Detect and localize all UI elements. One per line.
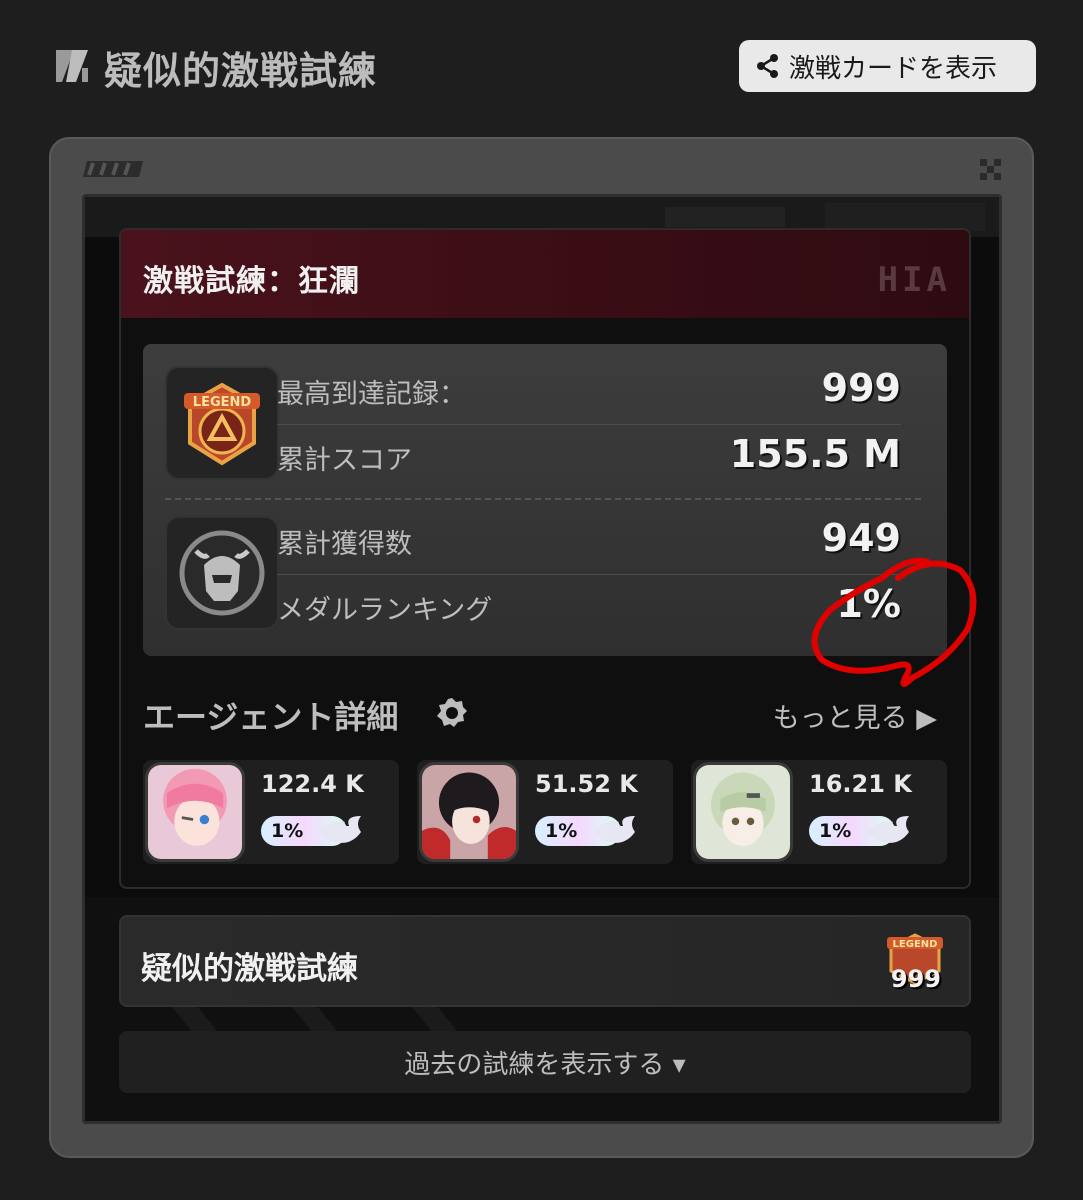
agent-avatar-icon	[148, 765, 242, 859]
badge-label: LEGEND	[893, 939, 938, 950]
agent-score: 122.4 K	[261, 770, 364, 798]
share-icon	[757, 54, 778, 78]
challenge-header: 激戦試練：狂瀾 HIA	[121, 230, 969, 318]
hia-watermark: HIA	[877, 260, 951, 300]
medal-badge	[165, 516, 279, 630]
show-past-challenges-button[interactable]: 過去の試練を表示する ▾	[119, 1031, 971, 1093]
gear-icon[interactable]	[435, 696, 469, 730]
agent-avatar-icon	[696, 765, 790, 859]
best-record-value: 999	[821, 366, 901, 410]
agent-card[interactable]: 51.52 K 1%	[417, 760, 673, 864]
simulated-challenge-title: 疑似的激戦試練	[141, 951, 358, 987]
stat-row-total-score: 累計スコア 155.5 M	[277, 424, 901, 488]
stat-row-best-record: 最高到達記録： 999	[277, 358, 901, 422]
total-score-value: 155.5 M	[729, 432, 901, 476]
best-record-label: 最高到達記録：	[277, 379, 466, 410]
agent-portrait	[693, 762, 793, 862]
checker-corner-icon	[980, 159, 1001, 180]
agent-score: 16.21 K	[809, 770, 912, 798]
see-more-link[interactable]: もっと見る ▶	[773, 696, 937, 735]
flame-icon	[867, 816, 909, 843]
zzz-logo-icon	[56, 50, 88, 82]
challenge-title: 激戦試練：狂瀾	[143, 264, 360, 299]
flame-icon	[319, 816, 361, 843]
show-battle-card-button[interactable]: 激戦カードを表示	[739, 40, 1036, 92]
page-title: 疑似的激戦試練	[104, 49, 378, 93]
agent-card[interactable]: 122.4 K 1%	[143, 760, 399, 864]
legend-badge-icon: LEGEND	[184, 382, 260, 466]
legend-badge: LEGEND	[165, 366, 279, 480]
helmet-medal-icon	[179, 530, 265, 616]
agent-portrait	[145, 762, 245, 862]
agent-card[interactable]: 16.21 K 1%	[691, 760, 947, 864]
agent-avatar-icon	[422, 765, 516, 859]
flame-icon	[593, 816, 635, 843]
red-annotation-circle	[811, 557, 977, 687]
medal-ranking-label: メダルランキング	[277, 595, 493, 626]
agents-section-title: エージェント詳細	[143, 698, 399, 736]
agent-score: 51.52 K	[535, 770, 638, 798]
total-earned-label: 累計獲得数	[277, 529, 412, 560]
dashed-divider	[165, 498, 921, 500]
frame-tag-icon	[83, 161, 143, 177]
svg-text:LEGEND: LEGEND	[193, 395, 252, 410]
simulated-challenge-card[interactable]: 疑似的激戦試練 LEGEND 999	[119, 915, 971, 1007]
agent-portrait	[419, 762, 519, 862]
share-button-label: 激戦カードを表示	[789, 53, 998, 84]
total-score-label: 累計スコア	[277, 445, 412, 476]
simulated-record-value: 999	[890, 965, 941, 993]
